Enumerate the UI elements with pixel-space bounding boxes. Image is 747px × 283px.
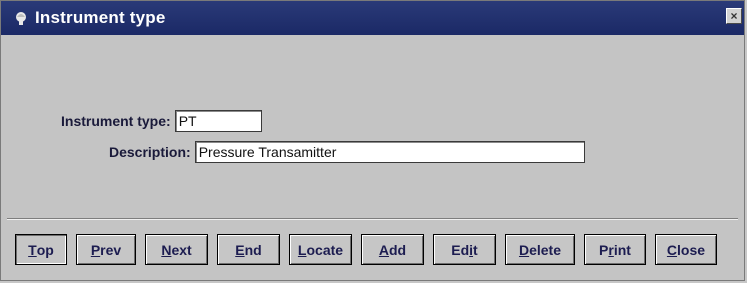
instrument-type-label: Instrument type:	[61, 113, 171, 129]
description-row: Description: Pressure Transamitter	[109, 141, 585, 163]
prev-button[interactable]: Prev	[76, 234, 136, 265]
description-label: Description:	[109, 144, 191, 160]
close-button[interactable]: Close	[655, 234, 717, 265]
next-button[interactable]: Next	[145, 234, 208, 265]
window-title: Instrument type	[35, 8, 166, 27]
end-button[interactable]: End	[217, 234, 280, 265]
top-button[interactable]: Top	[15, 234, 67, 265]
add-button[interactable]: Add	[361, 234, 424, 265]
close-icon[interactable]: ×	[726, 8, 742, 24]
form-area: Instrument type: PT Description: Pressur…	[1, 35, 744, 218]
delete-button[interactable]: Delete	[505, 234, 575, 265]
title-bar[interactable]: Instrument type ×	[1, 1, 744, 35]
instrument-type-row: Instrument type: PT	[61, 110, 262, 132]
separator	[7, 218, 738, 220]
app-icon	[16, 12, 26, 25]
print-button[interactable]: Pr int	[584, 234, 646, 265]
instrument-type-field[interactable]: PT	[174, 110, 262, 132]
navigation-toolbar: Top Prev Next End Locate Add Ed i t Delete…	[15, 234, 717, 265]
description-field[interactable]: Pressure Transamitter	[194, 141, 585, 163]
locate-button[interactable]: Locate	[289, 234, 352, 265]
edit-button[interactable]: Ed i t	[433, 234, 496, 265]
instrument-type-window: Instrument type × Instrument type: PT De…	[0, 0, 745, 281]
